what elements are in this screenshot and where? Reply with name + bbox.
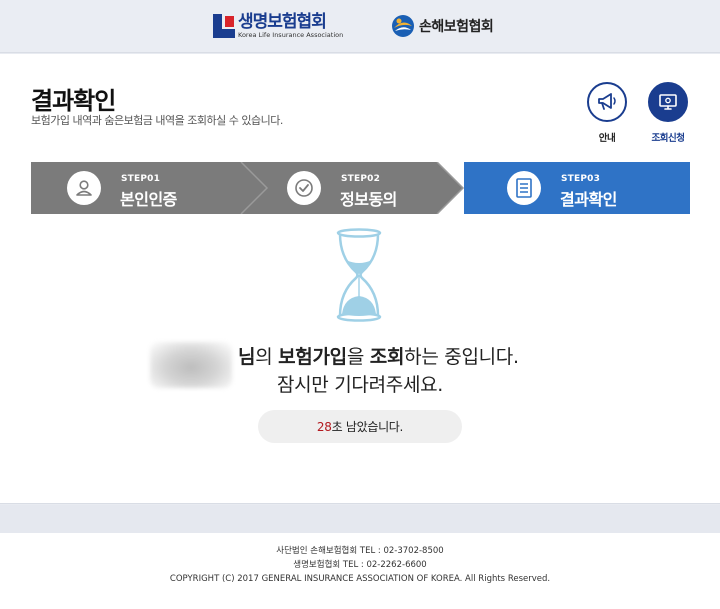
step-3-name: 결과확인 <box>560 190 617 209</box>
countdown-seconds: 28 <box>316 419 332 434</box>
footer-copyright: COPYRIGHT (C) 2017 GENERAL INSURANCE ASS… <box>169 574 551 584</box>
loading-message-line2: 잠시만 기다려주세요. <box>276 374 444 396</box>
step-1-number: STEP01 <box>121 174 161 184</box>
life-logo-english: Korea Life Insurance Association <box>238 31 344 39</box>
step-3: STEP03 결과확인 <box>471 162 690 214</box>
loading-message-line1: 님의 보험가입을 조회하는 중입니다. <box>238 346 519 368</box>
general-insurance-logo-icon <box>392 15 414 37</box>
apply-lookup-button-label: 조회신청 <box>651 133 685 144</box>
countdown-text: 초 남았습니다. <box>331 420 404 434</box>
hourglass-icon <box>336 228 382 322</box>
footer-separator-band <box>0 505 720 533</box>
apply-lookup-button[interactable]: 조회신청 <box>648 82 688 144</box>
person-icon <box>67 171 101 205</box>
step-1: STEP01 본인인증 <box>31 162 241 214</box>
step-1-name: 본인인증 <box>120 190 177 209</box>
megaphone-icon <box>598 93 616 110</box>
footer-general-association-tel: 사단법인 손해보험협회 TEL : 02-3702-8500 <box>276 546 444 556</box>
page-title: 결과확인 <box>31 87 116 115</box>
general-logo-korean: 손해보험협회 <box>419 19 494 35</box>
guide-button[interactable]: 안내 <box>587 82 627 144</box>
step-3-number: STEP03 <box>561 174 601 184</box>
main-panel: 결과확인 보험가입 내역과 숨은보험금 내역을 조회하실 수 있습니다. 안내 … <box>0 54 720 504</box>
header: 생명보험협회 Korea Life Insurance Association … <box>0 0 720 53</box>
document-icon <box>507 171 541 205</box>
monitor-icon <box>659 94 677 110</box>
step-2-name: 정보동의 <box>340 190 397 209</box>
step-2-number: STEP02 <box>341 174 381 184</box>
guide-button-label: 안내 <box>598 133 616 144</box>
step-progress-bar: STEP01 본인인증 STEP02 정보동의 STEP03 결과확인 <box>31 162 690 214</box>
page-subtitle: 보험가입 내역과 숨은보험금 내역을 조회하실 수 있습니다. <box>31 114 283 127</box>
life-logo-korean: 생명보험협회 <box>238 12 327 32</box>
footer-life-association-tel: 생명보험협회 TEL : 02-2262-6600 <box>293 560 427 570</box>
loading-message: 님의 보험가입을 조회하는 중입니다. <box>0 342 720 388</box>
step-2: STEP02 정보동의 <box>251 162 451 214</box>
footer: 사단법인 손해보험협회 TEL : 02-3702-8500 생명보험협회 TE… <box>0 533 720 609</box>
life-insurance-logo-icon <box>213 14 235 38</box>
life-insurance-logo[interactable]: 생명보험협회 Korea Life Insurance Association <box>213 12 343 40</box>
countdown-timer: 28 초 남았습니다. <box>258 410 462 443</box>
check-circle-icon <box>287 171 321 205</box>
general-insurance-logo[interactable]: 손해보험협회 <box>391 12 494 40</box>
